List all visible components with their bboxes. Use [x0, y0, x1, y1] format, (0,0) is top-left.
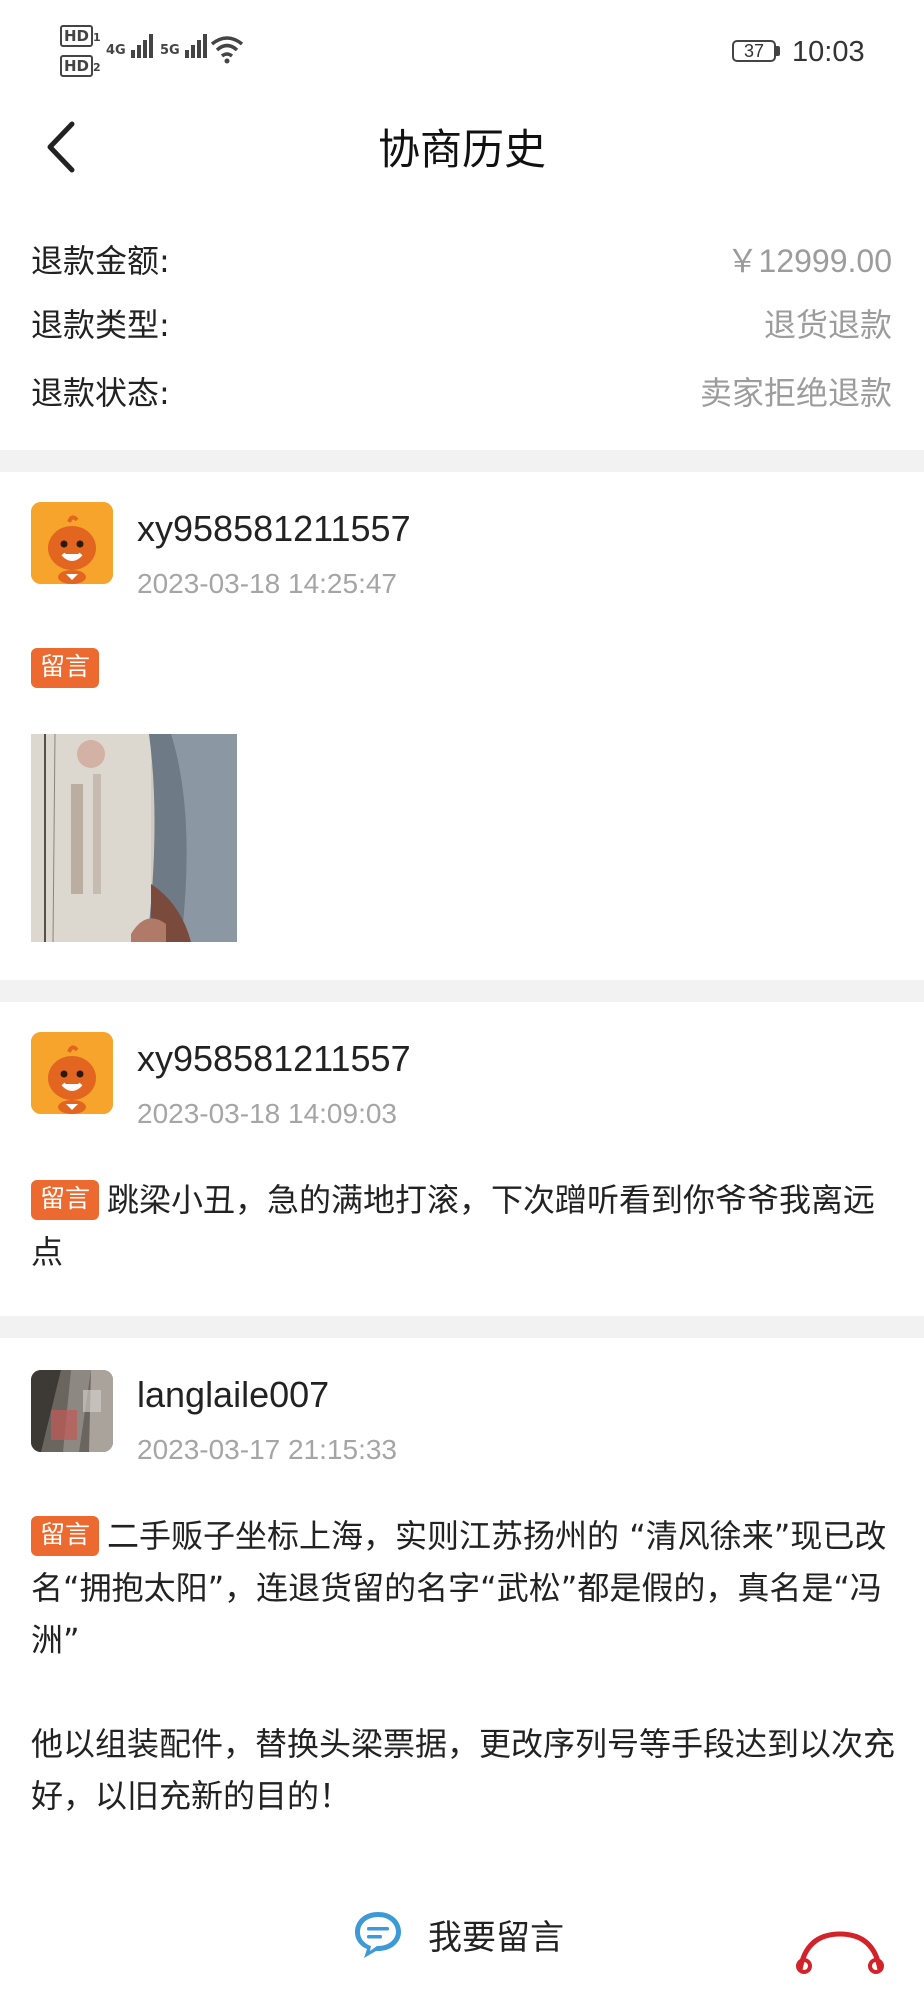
avatar[interactable] [31, 1032, 113, 1114]
message-item: xy958581211557 2023-03-18 14:25:47 留言 [0, 472, 924, 980]
chat-bubble-icon [355, 1912, 401, 1958]
avatar[interactable] [31, 502, 113, 584]
message-body: 留言 二手贩子坐标上海，实则江苏扬州的 “清风徐来”现已改名“拥抱太阳”，连退货留… [31, 1510, 901, 1666]
user-photo-avatar [31, 1370, 113, 1452]
net-5g-label: 5G [160, 43, 180, 58]
battery-icon: 37 [732, 40, 776, 62]
signal-bars-icon [184, 34, 209, 62]
document-photo-thumbnail [31, 734, 237, 942]
attachment-image[interactable] [31, 734, 237, 942]
hd2-sub: 2 [93, 61, 101, 74]
section-divider [0, 980, 924, 1002]
mascot-avatar-icon [31, 502, 113, 584]
timestamp: 2023-03-18 14:25:47 [137, 568, 397, 599]
signal-bars-icon [130, 34, 155, 62]
refund-amount-label: 退款金额: [31, 242, 170, 280]
signal-5g: 5G [160, 34, 209, 62]
timestamp: 2023-03-18 14:09:03 [137, 1098, 397, 1129]
avatar[interactable] [31, 1370, 113, 1452]
page-title: 协商历史 [377, 125, 546, 174]
username: xy958581211557 [137, 1038, 411, 1079]
hd-indicator-2: HD 2 [60, 55, 101, 77]
refund-status-label: 退款状态: [31, 374, 170, 412]
signal-4g: 4G [106, 34, 155, 62]
username: langlaile007 [137, 1374, 330, 1415]
hd2-label: HD [60, 55, 94, 77]
message-item: langlaile007 2023-03-17 21:15:33 留言 二手贩子坐… [0, 1338, 924, 1898]
message-text: 二手贩子坐标上海，实则江苏扬州的 “清风徐来”现已改名“拥抱太阳”，连退货留的名… [31, 1517, 887, 1659]
hd-indicator-1: HD 1 [60, 25, 101, 47]
timestamp: 2023-03-17 21:15:33 [137, 1434, 397, 1465]
refund-type-value: 退货退款 [763, 306, 892, 344]
message-text: 跳梁小丑，急的满地打滚，下次蹭听看到你爷爷我离远点 [31, 1181, 876, 1271]
wifi-icon [210, 36, 244, 64]
section-divider [0, 1316, 924, 1338]
hd1-label: HD [60, 25, 94, 47]
refund-type-label: 退款类型: [31, 306, 170, 344]
watermark-logo-icon [796, 1931, 884, 1974]
status-bar: HD 1 HD 2 4G 5G 37 10:03 [0, 0, 924, 90]
hd1-sub: 1 [93, 31, 101, 44]
message-body: 留言 跳梁小丑，急的满地打滚，下次蹭听看到你爷爷我离远点 [31, 1174, 901, 1278]
refund-status-value: 卖家拒绝退款 [699, 374, 892, 412]
refund-amount-value: ￥12999.00 [726, 243, 892, 279]
battery-nub [776, 46, 780, 56]
message-tag: 留言 [31, 1180, 100, 1220]
message-item: xy958581211557 2023-03-18 14:09:03 留言 跳梁小… [0, 1002, 924, 1316]
battery-level: 37 [743, 41, 765, 61]
clock: 10:03 [792, 36, 865, 68]
section-divider [0, 450, 924, 472]
message-tag-row: 留言 [31, 648, 100, 688]
header: 协商历史 [0, 90, 924, 200]
leave-message-label: 我要留言 [428, 1918, 564, 1958]
net-4g-label: 4G [106, 43, 126, 58]
message-body-paragraph-2: 他以组装配件，替换头梁票据，更改序列号等手段达到以次充好，以旧充新的目的！ [31, 1725, 896, 1815]
message-tag: 留言 [31, 1516, 100, 1556]
mascot-avatar-icon [31, 1032, 113, 1114]
username: xy958581211557 [137, 508, 411, 549]
message-tag: 留言 [31, 648, 100, 688]
leave-message-button[interactable]: 我要留言 [340, 1904, 580, 1964]
